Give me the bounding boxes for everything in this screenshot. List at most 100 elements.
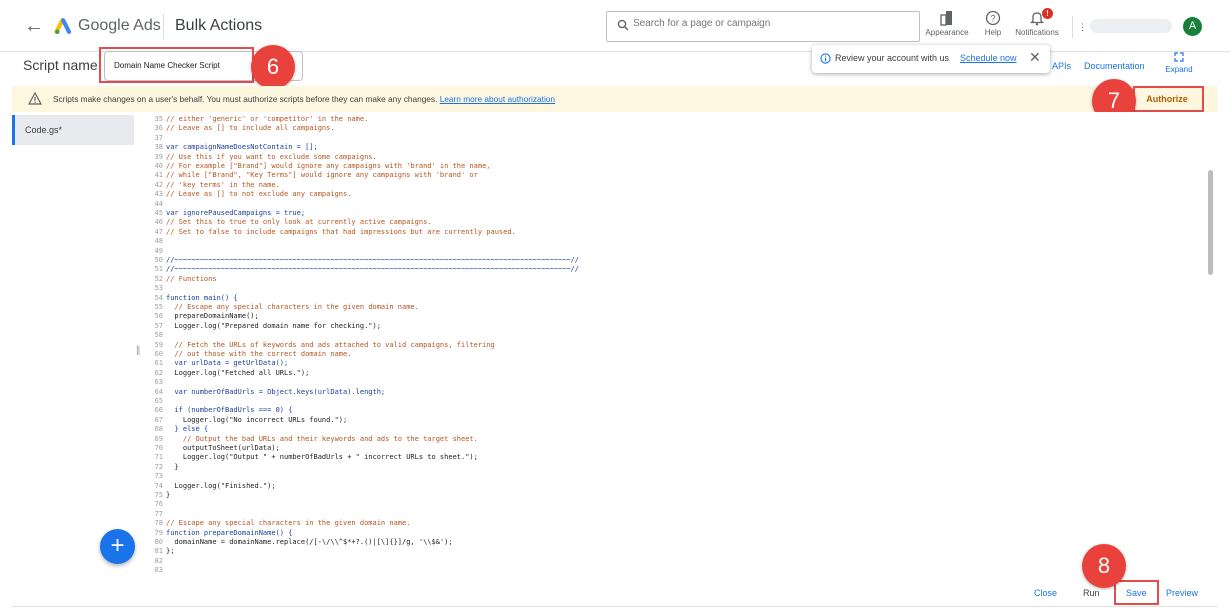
info-icon: [820, 53, 831, 64]
line-number: 65: [154, 397, 163, 405]
code-line: 43// Leave as [] to not exclude any camp…: [146, 190, 352, 199]
code-line: 67 Logger.log("No incorrect URLs found."…: [146, 416, 348, 425]
appearance-button[interactable]: Appearance: [922, 10, 972, 37]
line-number: 45: [154, 209, 163, 217]
panel-resize-handle[interactable]: ||: [136, 345, 140, 356]
code-line: 74 Logger.log("Finished.");: [146, 482, 276, 491]
toast-message: Review your account with us: [835, 53, 950, 63]
banner-text: Scripts make changes on a user's behalf.…: [53, 94, 555, 104]
plus-icon: +: [110, 532, 125, 559]
preview-button[interactable]: Preview: [1166, 588, 1198, 598]
code-line: 60 // out those with the correct domain …: [146, 350, 352, 359]
appearance-label: Appearance: [925, 28, 969, 37]
code-line: 75}: [146, 491, 171, 500]
code-text: Logger.log("Prepared domain name for che…: [166, 321, 381, 330]
expand-icon: [1174, 52, 1184, 62]
highlight-box-save: [1114, 580, 1159, 605]
code-line: 42// 'key terms' in the name.: [146, 181, 280, 190]
code-line: 59 // Fetch the URLs of keywords and ads…: [146, 341, 495, 350]
code-text: //~~~~~~~~~~~~~~~~~~~~~~~~~~~~~~~~~~~~~~…: [166, 256, 580, 264]
line-number: 50: [154, 256, 163, 264]
code-text: var numberOfBadUrls = Object.keys(urlDat…: [166, 387, 386, 396]
code-line: 62 Logger.log("Fetched all URLs.");: [146, 369, 310, 378]
code-text: outputToSheet(urlData);: [166, 444, 280, 452]
code-line: 80 domainName = domainName.replace(/[-\/…: [146, 538, 453, 547]
line-number: 68: [154, 425, 163, 434]
avatar[interactable]: A: [1183, 17, 1202, 36]
code-line: 50//~~~~~~~~~~~~~~~~~~~~~~~~~~~~~~~~~~~~…: [146, 256, 579, 265]
help-button[interactable]: ? Help: [968, 10, 1018, 37]
line-number: 66: [154, 406, 163, 415]
code-text: }: [166, 462, 179, 471]
code-text: var urlData = getUrlData();: [166, 359, 289, 368]
code-line: 35// either 'generic' or 'competitor' in…: [146, 115, 369, 124]
account-info-redacted[interactable]: [1090, 19, 1172, 33]
header-divider: [1072, 16, 1073, 38]
line-number: 78: [154, 519, 163, 528]
code-line: 55 // Escape any special characters in t…: [146, 303, 419, 312]
line-number: 74: [154, 481, 163, 490]
footer-divider: [12, 606, 1218, 607]
line-number: 57: [154, 321, 163, 330]
schedule-now-link[interactable]: Schedule now: [960, 53, 1017, 63]
authorization-banner: Scripts make changes on a user's behalf.…: [12, 86, 1218, 112]
code-text: domainName = domainName.replace(/[-\/\\^…: [166, 538, 453, 546]
editor-scrollbar[interactable]: [1208, 170, 1213, 275]
code-text: // while ["Brand", "Key Terms"] would ig…: [166, 171, 478, 180]
brand-name: Google Ads: [78, 17, 161, 34]
code-line: 71 Logger.log("Output " + numberOfBadUrl…: [146, 453, 478, 462]
highlight-box-script-name: [99, 47, 254, 83]
code-line: 70 outputToSheet(urlData);: [146, 444, 280, 453]
file-name: Code.gs*: [25, 125, 63, 135]
line-number: 37: [154, 133, 163, 142]
line-number: 51: [154, 265, 163, 274]
warning-icon: [28, 92, 42, 105]
line-number: 72: [154, 462, 163, 471]
svg-text:?: ?: [990, 14, 995, 24]
line-number: 69: [154, 434, 163, 443]
expand-button[interactable]: Expand: [1160, 52, 1198, 74]
code-line: 44: [146, 200, 166, 209]
line-number: 60: [154, 350, 163, 358]
learn-more-link[interactable]: Learn more about authorization: [440, 94, 555, 104]
close-button[interactable]: Close: [1034, 588, 1057, 598]
code-line: 77: [146, 510, 166, 519]
search-icon: [617, 19, 629, 31]
code-line: 83: [146, 566, 166, 575]
add-file-button[interactable]: +: [100, 529, 135, 564]
code-text: }: [166, 491, 171, 499]
step-marker-6: 6: [251, 45, 295, 89]
line-number: 81: [154, 547, 163, 556]
code-editor[interactable]: 35// either 'generic' or 'competitor' in…: [146, 112, 1206, 577]
search-input[interactable]: [633, 18, 903, 29]
notifications-button[interactable]: ! Notifications: [1012, 8, 1062, 37]
banner-message: Scripts make changes on a user's behalf.…: [53, 94, 438, 104]
line-number: 48: [154, 237, 163, 246]
line-number: 46: [154, 218, 163, 227]
line-number: 49: [154, 246, 163, 255]
notifications-label: Notifications: [1015, 28, 1059, 37]
code-text: };: [166, 547, 175, 556]
code-text: // Set this to true to only look at curr…: [166, 218, 432, 227]
file-tab-code-gs[interactable]: Code.gs*: [12, 115, 134, 145]
notification-badge: !: [1042, 8, 1053, 19]
line-number: 82: [154, 556, 163, 565]
code-text: // out those with the correct domain nam…: [166, 350, 352, 358]
code-line: 39// Use this if you want to exclude som…: [146, 153, 377, 162]
line-number: 64: [154, 387, 163, 396]
run-button[interactable]: Run: [1083, 588, 1100, 598]
back-arrow-icon[interactable]: ←: [24, 16, 44, 36]
account-separator: ⋮: [1078, 22, 1087, 32]
code-text: // For example ["Brand"] would ignore an…: [166, 162, 491, 170]
brand-divider: [163, 14, 164, 40]
code-line: 47// Set to false to include campaigns t…: [146, 228, 516, 237]
search-box[interactable]: [606, 11, 920, 42]
apis-link[interactable]: APIs: [1052, 61, 1071, 71]
line-number: 44: [154, 199, 163, 208]
line-number: 56: [154, 312, 163, 321]
help-label: Help: [984, 28, 1002, 37]
close-icon[interactable]: ✕: [1029, 49, 1041, 66]
documentation-link[interactable]: Documentation: [1084, 61, 1145, 71]
code-line: 41// while ["Brand", "Key Terms"] would …: [146, 171, 478, 180]
code-text: prepareDomainName();: [166, 312, 259, 321]
